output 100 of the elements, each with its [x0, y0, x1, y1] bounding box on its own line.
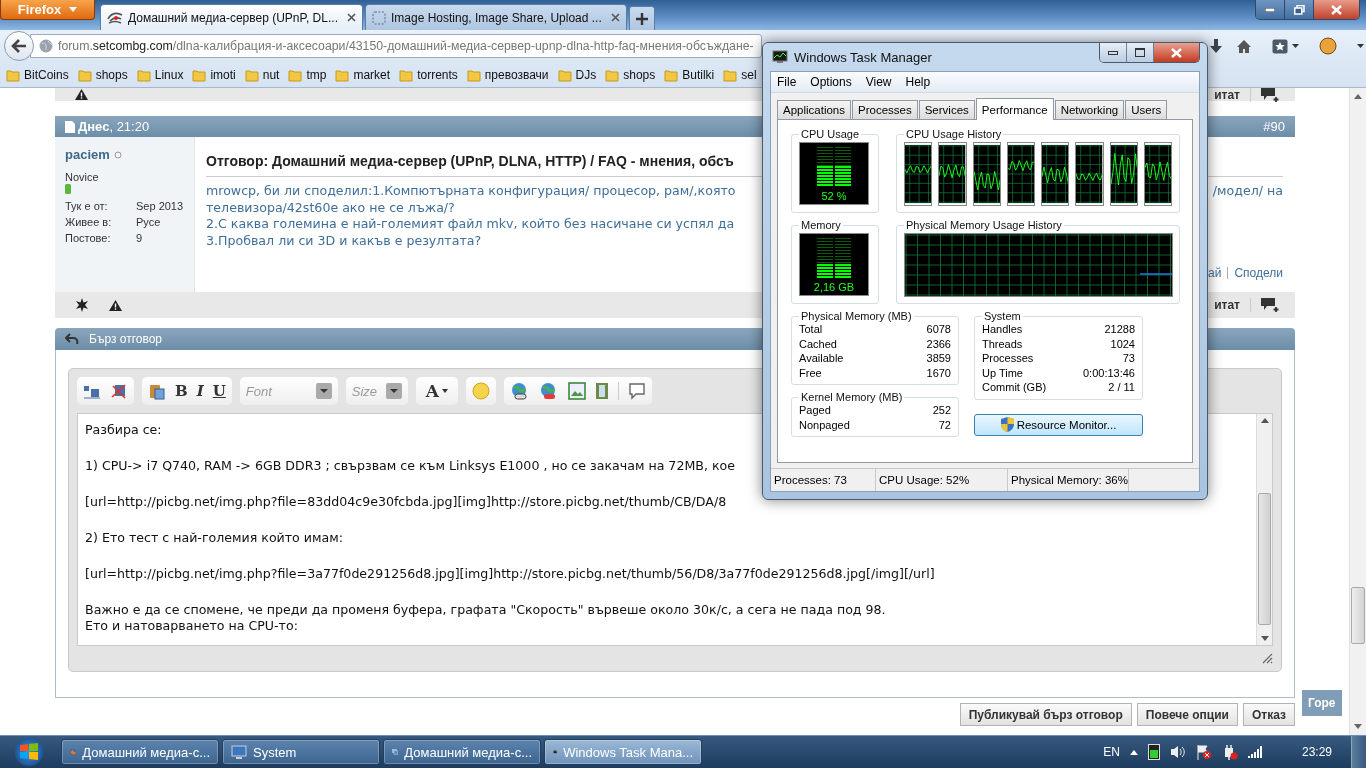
film-icon[interactable] — [595, 382, 609, 400]
language-indicator[interactable]: EN — [1103, 745, 1120, 759]
form-button[interactable]: Отказ — [1243, 703, 1295, 726]
font-size-icon[interactable] — [83, 383, 101, 399]
quote-plus-icon[interactable] — [1261, 87, 1281, 102]
taskbar-item[interactable]: Домашний медиа-с... — [61, 739, 219, 765]
quote-link[interactable]: итат — [1214, 298, 1251, 312]
username-link[interactable]: paciem — [65, 147, 110, 162]
stat-label: Threads — [982, 336, 1023, 351]
scroll-up-icon[interactable] — [1354, 94, 1362, 99]
italic-button[interactable]: I — [196, 382, 204, 400]
bookmark-folder[interactable]: market — [335, 67, 391, 82]
tab[interactable]: Services — [918, 100, 975, 119]
minimize-button[interactable] — [1100, 43, 1127, 62]
scroll-thumb[interactable] — [1258, 493, 1271, 625]
link-icon[interactable] — [510, 382, 530, 400]
bookmarks-button[interactable] — [1272, 38, 1299, 54]
stat-label: Processes — [982, 351, 1034, 366]
bookmark-folder[interactable]: Butilki — [664, 67, 715, 82]
tab[interactable]: Users — [1125, 100, 1168, 119]
caret-up-icon[interactable] — [1129, 749, 1138, 755]
close-icon[interactable] — [610, 13, 620, 22]
browser-tab[interactable]: Image Hosting, Image Share, Upload ... — [364, 4, 627, 30]
bookmark-folder[interactable]: превозвачи — [466, 67, 549, 82]
menu-item[interactable]: View — [865, 75, 892, 89]
flag-icon[interactable] — [1195, 744, 1212, 760]
bookmark-folder[interactable]: sel — [723, 67, 757, 82]
show-desktop-button[interactable] — [1351, 736, 1366, 768]
warning-icon[interactable] — [109, 299, 122, 311]
menu-item[interactable]: File — [777, 75, 797, 89]
maximize-button[interactable] — [1127, 43, 1154, 62]
close-button[interactable] — [1314, 0, 1359, 19]
bookmark-folder[interactable]: shops — [77, 67, 128, 82]
close-button[interactable] — [1154, 43, 1199, 62]
caret-icon[interactable] — [1357, 44, 1364, 48]
info-label: Тук е от: — [65, 200, 109, 212]
page-icon — [65, 120, 75, 133]
bookmark-folder[interactable]: tmp — [288, 67, 327, 82]
folder-icon — [605, 67, 620, 82]
underline-button[interactable]: U — [212, 382, 226, 400]
tab[interactable]: Networking — [1054, 100, 1125, 119]
bookmark-folder[interactable]: BitCoins — [6, 67, 69, 82]
menu-item[interactable]: Options — [810, 75, 852, 89]
meter-icon[interactable] — [1147, 744, 1160, 760]
resize-grip-icon[interactable] — [1262, 653, 1273, 664]
download-icon[interactable] — [1210, 39, 1222, 53]
info-value: 9 — [136, 232, 144, 244]
stat-label: Handles — [982, 322, 1023, 337]
close-icon[interactable] — [346, 13, 356, 22]
status-field: CPU Usage: 52% — [876, 469, 1008, 491]
home-icon[interactable] — [1236, 38, 1252, 54]
post-link[interactable]: Сподели — [1234, 266, 1283, 280]
bookmark-folder[interactable]: Linux — [136, 67, 184, 82]
message-text-line: Разбира се: — [85, 422, 162, 438]
tab[interactable]: Processes — [852, 100, 918, 119]
spark-icon[interactable] — [75, 298, 89, 312]
user-rank: Novice — [65, 171, 99, 183]
warning-icon[interactable] — [75, 89, 88, 100]
bookmark-folder[interactable]: DJs — [557, 67, 597, 82]
address-field[interactable]: forum.setcombg.com/dlna-калибрация-и-аксесоари/43150-домашний-медиа-сервер-upnp-dlna-http-faq-мнения-обсъждане- — [30, 34, 762, 58]
speaker-icon[interactable] — [1169, 745, 1186, 759]
quote-plus-icon[interactable] — [1261, 298, 1281, 312]
clock[interactable]: 23:29 — [1301, 745, 1332, 759]
add-on-icon[interactable] — [1319, 37, 1337, 55]
resource-monitor-button[interactable]: Resource Monitor... — [974, 413, 1143, 436]
bold-button[interactable]: B — [175, 382, 188, 400]
remove-format-icon[interactable] — [110, 383, 128, 399]
new-tab-button[interactable] — [628, 6, 655, 30]
form-button[interactable]: Публикувай бърз отговор — [959, 703, 1132, 726]
text-color-button[interactable]: A — [421, 381, 452, 401]
browser-tab[interactable]: Домашний медиа-сервер (UPnP, DL... — [100, 4, 363, 30]
form-button[interactable]: Повече опции — [1136, 703, 1238, 726]
restore-button[interactable] — [1285, 0, 1314, 19]
menu-item[interactable]: Help — [905, 75, 931, 89]
bookmark-folder[interactable]: nut — [244, 67, 280, 82]
post-link[interactable]: ай — [1208, 266, 1222, 280]
scrollbar[interactable] — [1349, 88, 1366, 735]
bookmark-folder[interactable]: imoti — [192, 67, 236, 82]
paste-icon[interactable] — [148, 382, 166, 400]
taskbar-item[interactable]: Домашний медиа-с... — [383, 739, 541, 765]
minimize-icon — [1265, 7, 1275, 12]
tab[interactable]: Applications — [777, 100, 851, 119]
scroll-up-icon[interactable] — [1260, 418, 1269, 423]
scrollbar[interactable] — [1256, 414, 1272, 645]
bookmark-folder[interactable]: torrents — [399, 67, 458, 82]
scroll-down-icon[interactable] — [1354, 724, 1362, 729]
caret-icon — [442, 389, 448, 393]
image-icon[interactable] — [568, 382, 586, 400]
tab[interactable]: Performance — [975, 98, 1054, 120]
speech-bubble-icon[interactable] — [628, 382, 646, 400]
taskbar-item[interactable]: System — [222, 739, 380, 765]
stat-value: 252 — [932, 403, 951, 418]
signal-bars-icon[interactable] — [1247, 746, 1264, 758]
close-icon — [1171, 47, 1182, 58]
back-button[interactable] — [4, 31, 34, 61]
quote-link[interactable]: итат — [1214, 87, 1251, 102]
scroll-thumb[interactable] — [1351, 587, 1365, 644]
bookmark-folder[interactable]: shops — [605, 67, 656, 82]
scroll-down-icon[interactable] — [1260, 636, 1269, 641]
minimize-button[interactable] — [1256, 0, 1285, 19]
